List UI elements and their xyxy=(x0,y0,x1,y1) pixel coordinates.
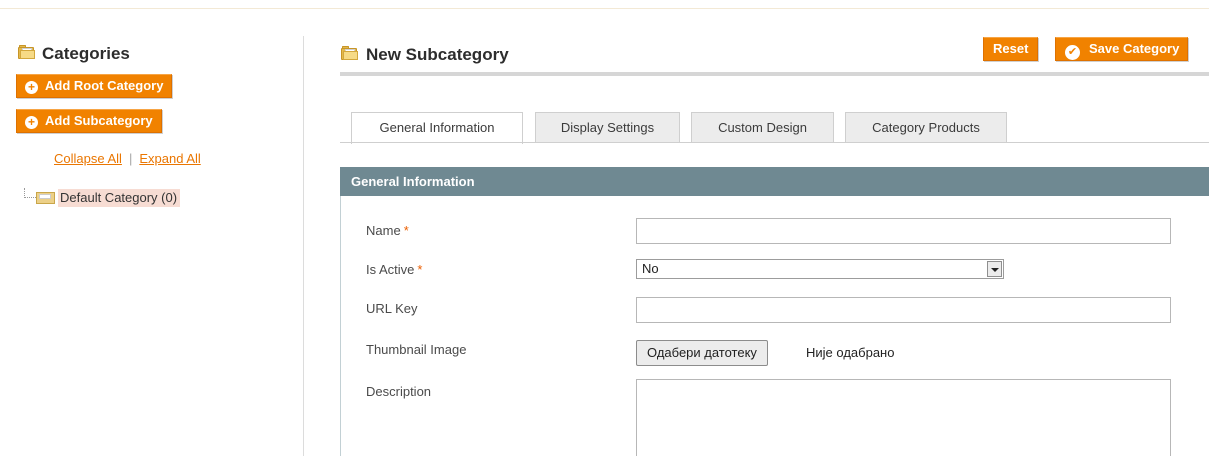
required-mark: * xyxy=(417,262,423,277)
is-active-label-text: Is Active xyxy=(366,262,415,277)
tab-general-information[interactable]: General Information xyxy=(351,112,523,144)
name-label: Name * xyxy=(366,223,409,238)
file-status-text: Није одабрано xyxy=(806,345,895,360)
folder-open-icon xyxy=(36,191,56,204)
name-label-text: Name xyxy=(366,223,401,238)
is-active-value: No xyxy=(642,261,659,276)
tab-category-products[interactable]: Category Products xyxy=(845,112,1007,143)
title-rule xyxy=(340,72,1209,76)
add-root-category-label: Add Root Category xyxy=(45,78,164,93)
is-active-label: Is Active * xyxy=(366,262,422,277)
link-separator: | xyxy=(128,151,133,166)
folder-icon xyxy=(341,46,358,60)
check-circle-icon: ✔ xyxy=(1065,45,1080,60)
save-category-button[interactable]: ✔ Save Category xyxy=(1055,37,1189,61)
column-divider xyxy=(303,36,304,456)
tab-label: Category Products xyxy=(872,120,980,135)
save-category-label: Save Category xyxy=(1089,41,1180,56)
is-active-select[interactable]: No xyxy=(636,259,1004,279)
plus-circle-icon: + xyxy=(25,81,38,94)
choose-file-button[interactable]: Одабери датотеку xyxy=(636,340,768,366)
tab-label: Display Settings xyxy=(560,120,655,135)
thumbnail-image-label: Thumbnail Image xyxy=(366,342,467,357)
section-header: General Information xyxy=(340,167,1209,196)
reset-button[interactable]: Reset xyxy=(983,37,1039,61)
url-key-label: URL Key xyxy=(366,301,418,316)
add-subcategory-label: Add Subcategory xyxy=(45,113,153,128)
chevron-down-icon[interactable] xyxy=(987,261,1002,277)
tab-label: General Information xyxy=(379,120,495,135)
category-sidebar: Categories + Add Root Category + Add Subca… xyxy=(0,0,304,456)
url-key-field[interactable] xyxy=(636,297,1171,323)
add-subcategory-button[interactable]: + Add Subcategory xyxy=(16,109,162,133)
collapse-all-link[interactable]: Collapse All xyxy=(54,151,122,166)
tabs-rule xyxy=(340,142,1209,143)
sidebar-title: Categories xyxy=(42,44,130,63)
tree-connector xyxy=(24,188,36,198)
folder-icon xyxy=(18,45,35,59)
tab-custom-design[interactable]: Custom Design xyxy=(691,112,834,143)
description-label: Description xyxy=(366,384,432,399)
reset-label: Reset xyxy=(993,41,1029,56)
add-root-category-button[interactable]: + Add Root Category xyxy=(16,74,173,98)
required-mark: * xyxy=(403,223,409,238)
tree-links: Collapse All | Expand All xyxy=(54,151,201,166)
page-title: New Subcategory xyxy=(366,45,509,64)
expand-all-link[interactable]: Expand All xyxy=(139,151,200,166)
tab-label: Custom Design xyxy=(718,120,807,135)
tab-display-settings[interactable]: Display Settings xyxy=(535,112,680,143)
name-field[interactable] xyxy=(636,218,1171,244)
tree-node-label[interactable]: Default Category (0) xyxy=(58,189,181,207)
description-textarea[interactable] xyxy=(636,379,1171,456)
plus-circle-icon: + xyxy=(25,116,38,129)
